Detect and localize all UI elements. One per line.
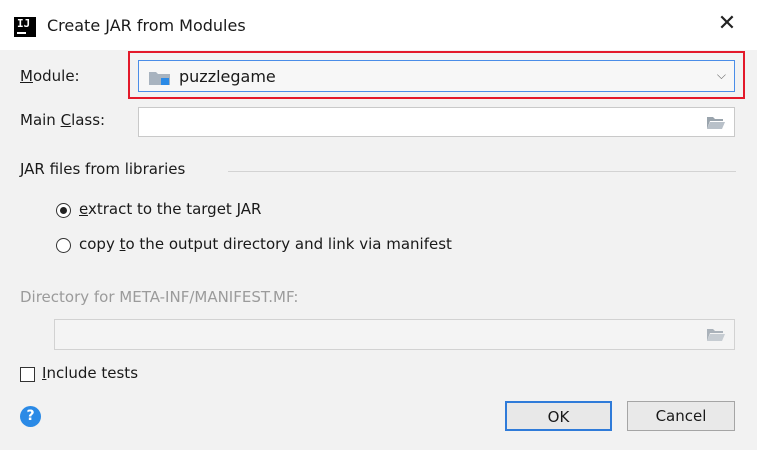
- module-selected-value: puzzlegame: [179, 67, 276, 86]
- window-title: Create JAR from Modules: [47, 16, 246, 35]
- radio-copy-label[interactable]: copy to the output directory and link vi…: [79, 235, 452, 253]
- browse-folder-icon: [707, 329, 725, 341]
- manifest-directory-field: [54, 319, 735, 350]
- module-label: Module:: [20, 67, 80, 85]
- include-tests-label[interactable]: Include tests: [42, 364, 138, 382]
- app-icon: IJ: [14, 17, 36, 37]
- browse-folder-icon[interactable]: [707, 116, 725, 129]
- close-icon[interactable]: ✕: [715, 12, 739, 36]
- radio-copy[interactable]: [56, 238, 71, 253]
- main-class-field[interactable]: [138, 107, 735, 137]
- module-select[interactable]: puzzlegame ⌵: [138, 60, 735, 92]
- libraries-group-label: JAR files from libraries: [20, 160, 186, 178]
- group-divider: [228, 171, 736, 172]
- chevron-down-icon: ⌵: [716, 68, 726, 82]
- create-jar-dialog: IJ Create JAR from Modules ✕ Module: puz…: [0, 0, 757, 450]
- manifest-label: Directory for META-INF/MANIFEST.MF:: [20, 288, 299, 306]
- title-bar: IJ Create JAR from Modules ✕: [0, 0, 757, 50]
- main-class-label: Main Class:: [20, 111, 106, 129]
- radio-extract[interactable]: [56, 203, 71, 218]
- include-tests-checkbox[interactable]: [20, 367, 35, 382]
- folder-module-icon: [149, 72, 170, 85]
- help-icon[interactable]: ?: [20, 406, 41, 427]
- cancel-button[interactable]: Cancel: [627, 401, 735, 431]
- ok-button[interactable]: OK: [505, 401, 612, 431]
- radio-extract-label[interactable]: extract to the target JAR: [79, 200, 261, 218]
